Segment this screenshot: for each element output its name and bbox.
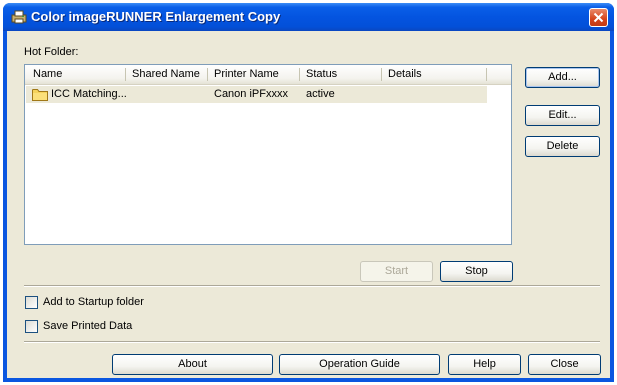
list-header: Name Shared Name Printer Name Status Det…	[25, 65, 511, 85]
list-item[interactable]: ICC Matching... Canon iPFxxxx active	[26, 86, 487, 103]
folder-icon	[32, 89, 48, 101]
about-button[interactable]: About	[112, 354, 273, 375]
hot-folder-label: Hot Folder:	[24, 46, 79, 58]
close-button[interactable]: Close	[528, 354, 601, 375]
column-divider[interactable]	[486, 68, 487, 81]
edit-button[interactable]: Edit...	[525, 105, 600, 126]
start-button[interactable]: Start	[360, 261, 433, 282]
close-icon	[593, 12, 604, 23]
help-button[interactable]: Help	[448, 354, 521, 375]
column-header-details[interactable]: Details	[382, 65, 487, 83]
window-title: Color imageRUNNER Enlargement Copy	[31, 9, 281, 24]
app-window: Color imageRUNNER Enlargement Copy Hot F…	[3, 3, 614, 382]
delete-button[interactable]: Delete	[525, 136, 600, 157]
separator	[24, 285, 600, 287]
column-header-printer-name[interactable]: Printer Name	[208, 65, 300, 83]
separator	[24, 341, 600, 343]
row-name: ICC Matching...	[51, 88, 127, 100]
column-header-name[interactable]: Name	[27, 65, 127, 83]
dialog-body: Hot Folder: Name Shared Name Printer Nam…	[7, 31, 610, 378]
add-to-startup-checkbox[interactable]	[25, 296, 38, 309]
printer-app-icon	[11, 10, 27, 24]
add-button[interactable]: Add...	[525, 67, 600, 88]
column-header-status[interactable]: Status	[300, 65, 382, 83]
add-to-startup-label[interactable]: Add to Startup folder	[43, 296, 144, 308]
row-status: active	[306, 88, 335, 100]
title-bar[interactable]: Color imageRUNNER Enlargement Copy	[3, 3, 614, 31]
hot-folder-list[interactable]: Name Shared Name Printer Name Status Det…	[24, 64, 512, 245]
save-printed-data-checkbox[interactable]	[25, 320, 38, 333]
operation-guide-button[interactable]: Operation Guide	[279, 354, 440, 375]
row-printer-name: Canon iPFxxxx	[214, 88, 288, 100]
column-header-shared-name[interactable]: Shared Name	[126, 65, 208, 83]
window-close-button[interactable]	[589, 8, 608, 27]
save-printed-data-label[interactable]: Save Printed Data	[43, 320, 132, 332]
stop-button[interactable]: Stop	[440, 261, 513, 282]
